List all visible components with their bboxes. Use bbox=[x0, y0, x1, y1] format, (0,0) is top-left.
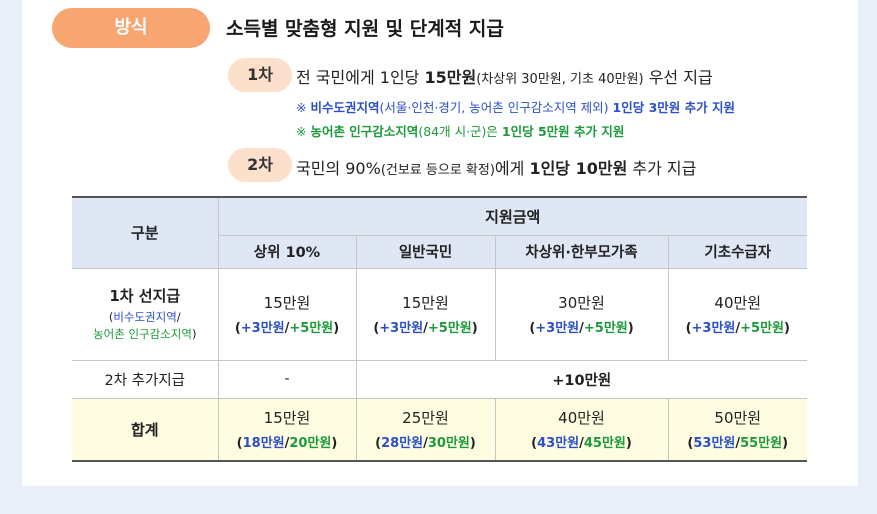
paren-close: ) bbox=[191, 327, 197, 341]
paren-close: ) bbox=[469, 436, 476, 452]
cell-sub: (18만원/20만원) bbox=[219, 432, 356, 451]
section-heading: 소득별 맞춤형 지원 및 단계적 지급 bbox=[226, 18, 504, 40]
cell-rural: +5만원 bbox=[740, 321, 784, 336]
step1-note-nonmetro: ※ 비수도권지역(서울·인천·경기, 농어촌 인구감소지역 제외) 1인당 3만… bbox=[296, 97, 735, 116]
cell-main: 25만원 bbox=[402, 409, 449, 428]
cell-main: 50만원 bbox=[714, 409, 762, 428]
step2-text-a: 국민의 90% bbox=[296, 159, 381, 178]
header-basic-recipient: 기초수급자 bbox=[668, 235, 808, 269]
step1-amount: 15만원 bbox=[424, 68, 477, 87]
slash: / bbox=[176, 310, 181, 324]
note1-region: 비수도권지역 bbox=[310, 100, 380, 115]
step1-text-a: 전 국민에게 1인당 bbox=[296, 68, 425, 87]
row1-cell-top10: 15만원 (+3만원/+5만원) bbox=[218, 268, 357, 361]
row3-cell-near-poor: 40만원 (43만원/45만원) bbox=[495, 398, 669, 462]
cell-sub: (+3만원/+5만원) bbox=[669, 317, 808, 336]
cell-sub: (43만원/45만원) bbox=[496, 432, 668, 451]
header-top10: 상위 10% bbox=[218, 235, 357, 269]
step1-note-rural: ※ 농어촌 인구감소지역(84개 시·군)은 1인당 5만원 추가 지원 bbox=[296, 121, 624, 140]
row3-label: 합계 bbox=[72, 398, 219, 462]
step2-amount: 1인당 10만원 bbox=[529, 159, 628, 178]
step1-text-d: 우선 지급 bbox=[643, 68, 713, 87]
cell-nonmetro: 53만원 bbox=[693, 436, 736, 452]
support-amount-table: 구분 지원금액 상위 10% 일반국민 차상위·한부모가족 기초수급자 1차 선… bbox=[72, 196, 808, 462]
paren-close: ) bbox=[331, 436, 338, 452]
cell-nonmetro: +3만원 bbox=[240, 321, 285, 336]
step2-pill: 2차 bbox=[228, 148, 292, 182]
note1-mark: ※ bbox=[296, 100, 311, 115]
row1-label-main: 1차 선지급 bbox=[109, 287, 181, 305]
cell-main: 40만원 bbox=[558, 409, 605, 428]
table-row: 1차 선지급 (비수도권지역/농어촌 인구감소지역) 15만원 (+3만원/+5… bbox=[72, 268, 808, 361]
row2-label: 2차 추가지급 bbox=[72, 360, 219, 399]
header-general: 일반국민 bbox=[356, 235, 496, 269]
cell-main: 15만원 bbox=[402, 294, 449, 312]
table-row: 합계 15만원 (18만원/20만원) 25만원 (28만원/30만원) 40만… bbox=[72, 398, 808, 462]
cell-sub: (+3만원/+5만원) bbox=[219, 317, 356, 336]
header-near-poor: 차상위·한부모가족 bbox=[495, 235, 669, 269]
paren-close: ) bbox=[783, 321, 790, 336]
paren-close: ) bbox=[627, 321, 634, 336]
cell-rural: +5만원 bbox=[583, 321, 628, 336]
paren-close: ) bbox=[333, 321, 340, 336]
cell-main: 15만원 bbox=[263, 409, 311, 428]
row1-label-nonmetro: 비수도권지역 bbox=[113, 310, 177, 324]
row1-cell-basic-recipient: 40만원 (+3만원/+5만원) bbox=[668, 268, 808, 361]
cell-main: 40만원 bbox=[714, 294, 762, 312]
row2-cell-merged: +10만원 bbox=[356, 360, 808, 399]
row1-label-rural: 농어촌 인구감소지역 bbox=[93, 327, 192, 341]
cell-sub: (28만원/30만원) bbox=[357, 432, 495, 451]
row3-cell-top10: 15만원 (18만원/20만원) bbox=[218, 398, 357, 462]
row3-cell-basic-recipient: 50만원 (53만원/55만원) bbox=[668, 398, 808, 462]
cell-nonmetro: +3만원 bbox=[535, 321, 580, 336]
cell-nonmetro: +3만원 bbox=[691, 321, 736, 336]
paren-close: ) bbox=[471, 321, 478, 336]
row1-cell-general: 15만원 (+3만원/+5만원) bbox=[356, 268, 496, 361]
step2-text: 국민의 90%(건보료 등으로 확정)에게 1인당 10만원 추가 지급 bbox=[296, 155, 696, 179]
header-category: 구분 bbox=[72, 196, 219, 269]
paren-close: ) bbox=[782, 436, 789, 452]
method-badge: 방식 bbox=[52, 8, 210, 48]
cell-main: 30만원 bbox=[558, 294, 605, 312]
row3-cell-general: 25만원 (28만원/30만원) bbox=[356, 398, 496, 462]
step1-text-c: (차상위 30만원, 기초 40만원) bbox=[476, 72, 644, 87]
cell-rural: 45만원 bbox=[583, 436, 626, 452]
cell-nonmetro: 43만원 bbox=[537, 436, 580, 452]
header-amount: 지원금액 bbox=[218, 196, 808, 236]
cell-rural: 30만원 bbox=[427, 436, 470, 452]
note2-region: 농어촌 인구감소지역 bbox=[310, 124, 419, 139]
cell-nonmetro: 18만원 bbox=[242, 436, 285, 452]
paren-close: ) bbox=[625, 436, 632, 452]
cell-rural: +5만원 bbox=[289, 321, 334, 336]
step2-text-b: (건보료 등으로 확정) bbox=[380, 163, 495, 178]
note2-count: (84개 시·군)은 bbox=[418, 124, 502, 139]
step2-text-e: 추가 지급 bbox=[627, 159, 697, 178]
cell-rural: +5만원 bbox=[427, 321, 472, 336]
note1-amount: 1인당 3만원 추가 지원 bbox=[612, 100, 735, 115]
cell-rural: 20만원 bbox=[289, 436, 332, 452]
table-row: 2차 추가지급 - +10만원 bbox=[72, 360, 808, 399]
note2-mark: ※ bbox=[296, 124, 311, 139]
note2-amount: 1인당 5만원 추가 지원 bbox=[501, 124, 625, 139]
cell-nonmetro: 28만원 bbox=[381, 436, 424, 452]
cell-rural: 55만원 bbox=[740, 436, 783, 452]
row2-cell-top10: - bbox=[218, 360, 357, 399]
row3-label-main: 합계 bbox=[130, 420, 159, 439]
cell-sub: (+3만원/+5만원) bbox=[357, 317, 495, 336]
row1-label: 1차 선지급 (비수도권지역/농어촌 인구감소지역) bbox=[72, 268, 219, 361]
cell-main: 15만원 bbox=[263, 294, 311, 312]
cell-nonmetro: +3만원 bbox=[379, 321, 424, 336]
row1-cell-near-poor: 30만원 (+3만원/+5만원) bbox=[495, 268, 669, 361]
cell-sub: (53만원/55만원) bbox=[669, 432, 808, 451]
note1-exclusion: (서울·인천·경기, 농어촌 인구감소지역 제외) bbox=[379, 100, 613, 115]
row1-label-sub: (비수도권지역/농어촌 인구감소지역) bbox=[72, 309, 218, 343]
step1-text: 전 국민에게 1인당 15만원(차상위 30만원, 기초 40만원) 우선 지급 bbox=[296, 64, 713, 88]
step1-pill: 1차 bbox=[228, 58, 292, 92]
cell-sub: (+3만원/+5만원) bbox=[496, 317, 668, 336]
step2-text-c: 에게 bbox=[494, 159, 530, 178]
